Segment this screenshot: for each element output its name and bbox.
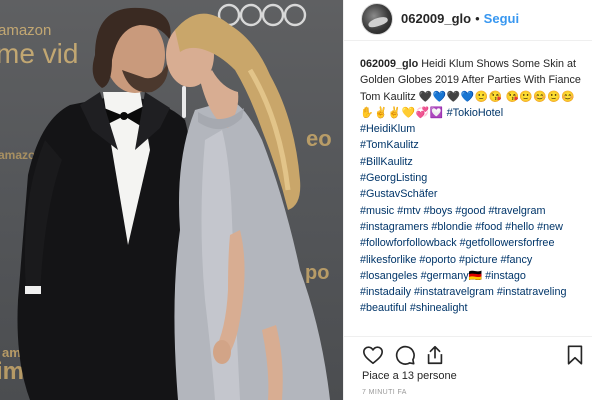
- hashtag-link[interactable]: #fancy: [500, 254, 532, 266]
- hashtag-link[interactable]: #TomKaulitz: [360, 139, 419, 151]
- post-details-panel: 062009_glo • Segui 062009_glo Heidi Klum…: [343, 0, 592, 400]
- woman-hand: [213, 340, 231, 364]
- hashtag-link[interactable]: #GeorgListing: [360, 172, 427, 184]
- hashtag-link[interactable]: #boys: [424, 205, 453, 217]
- hashtag-link[interactable]: #instagramers: [360, 221, 428, 233]
- separator-dot: •: [475, 11, 480, 26]
- hashtag-link[interactable]: #oporto: [419, 254, 456, 266]
- hashtag-link[interactable]: #HeidiKlum: [360, 123, 415, 135]
- hashtag-link[interactable]: #losangeles: [360, 270, 418, 282]
- hashtag-link[interactable]: #instago: [485, 270, 526, 282]
- heart-icon[interactable]: [362, 344, 384, 366]
- woman-dress: [174, 100, 330, 400]
- hashtag-link[interactable]: #instatravelgram: [414, 286, 494, 298]
- likes-count[interactable]: Piace a 13 persone: [362, 370, 457, 382]
- post-actions: [360, 344, 584, 366]
- post-photo[interactable]: amazon me vid amazon eo pr po amaz ime v…: [0, 0, 343, 400]
- header-divider: [344, 40, 592, 41]
- earring: [182, 86, 186, 118]
- hashtag-link[interactable]: #BillKaulitz: [360, 156, 413, 168]
- caption-username-link[interactable]: 062009_glo: [360, 58, 418, 70]
- follow-button[interactable]: Segui: [484, 11, 519, 26]
- hashtag-link[interactable]: #GustavSchäfer: [360, 188, 437, 200]
- hashtag-link[interactable]: #blondie: [431, 221, 472, 233]
- actions-divider: [344, 336, 592, 337]
- post-caption: 062009_glo Heidi Klum Shows Some Skin at…: [360, 56, 586, 317]
- hashtag-link[interactable]: #instatraveling: [497, 286, 567, 298]
- hashtag-link[interactable]: #new: [537, 221, 563, 233]
- comment-icon[interactable]: [394, 344, 416, 366]
- hashtag-link[interactable]: #beautiful: [360, 302, 407, 314]
- hashtag-link[interactable]: #instadaily: [360, 286, 411, 298]
- hashtag-link[interactable]: #good: [455, 205, 485, 217]
- share-icon[interactable]: [424, 344, 446, 366]
- hashtag-link[interactable]: #travelgram: [488, 205, 545, 217]
- hashtag-link[interactable]: #getfollowersforfree: [460, 237, 555, 249]
- post-timestamp[interactable]: 7 MINUTI FA: [362, 389, 407, 396]
- hashtag-link[interactable]: #germany🇩🇪: [421, 270, 482, 282]
- hashtag-link[interactable]: #hello: [505, 221, 534, 233]
- hashtag-link[interactable]: #mtv: [397, 205, 420, 217]
- hashtag-link[interactable]: #followforfollowback: [360, 237, 457, 249]
- couple-illustration: [17, 7, 330, 400]
- hashtag-link[interactable]: #picture: [459, 254, 497, 266]
- bookmark-icon[interactable]: [564, 344, 586, 366]
- hashtag-link[interactable]: #likesforlike: [360, 254, 416, 266]
- avatar[interactable]: [361, 2, 393, 35]
- hashtag-link[interactable]: #music: [360, 205, 394, 217]
- hashtag-link[interactable]: #TokioHotel: [447, 107, 503, 119]
- man-cuff: [25, 286, 41, 294]
- username-link[interactable]: 062009_glo: [401, 11, 471, 26]
- caption-emoji: 🖤💙🖤💙🙂😘: [418, 90, 503, 103]
- hashtag-link[interactable]: #shinealight: [410, 302, 468, 314]
- post-header: 062009_glo • Segui: [344, 0, 592, 37]
- hashtag-link[interactable]: #food: [475, 221, 502, 233]
